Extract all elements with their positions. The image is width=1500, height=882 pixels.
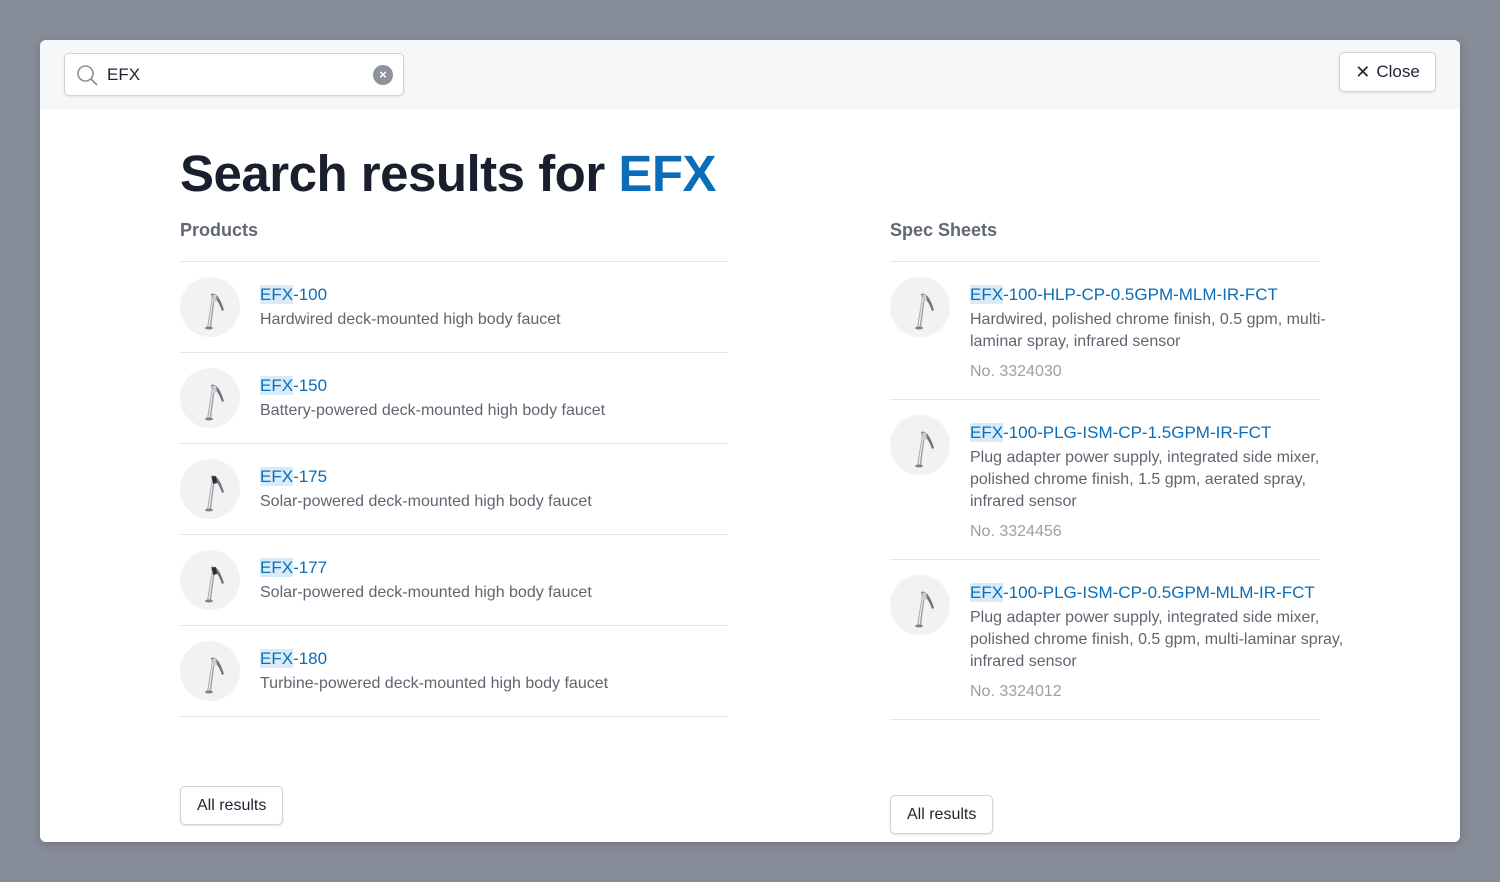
list-item[interactable]: EFX-100-PLG-ISM-CP-0.5GPM-MLM-IR-FCT Plug… [890, 560, 1343, 720]
results-content: Search results for EFX Products EFX-100 H… [180, 109, 1460, 842]
list-item-description: Solar-powered deck-mounted high body fau… [260, 493, 592, 510]
match-highlight: EFX [260, 467, 294, 486]
list-item-title-rest: -100-PLG-ISM-CP-0.5GPM-MLM-IR-FCT [1003, 583, 1315, 602]
list-item-title-link[interactable]: EFX-100 [260, 285, 561, 305]
list-item[interactable]: EFX-100-HLP-CP-0.5GPM-MLM-IR-FCT Hardwire… [890, 262, 1326, 400]
list-item-title-link[interactable]: EFX-177 [260, 558, 592, 578]
list-item[interactable]: EFX-177 Solar-powered deck-mounted high b… [180, 535, 728, 626]
faucet-thumbnail-icon [180, 550, 240, 610]
list-item-description: Solar-powered deck-mounted high body fau… [260, 584, 592, 601]
list-item-text: EFX-100 Hardwired deck-mounted high body … [260, 277, 561, 331]
list-item-text: EFX-100-PLG-ISM-CP-0.5GPM-MLM-IR-FCT Plug… [970, 575, 1350, 703]
spec-sheet-number: No. 3324456 [970, 523, 1062, 540]
products-section: Products EFX-100 Hardwired deck-mounted h… [180, 219, 728, 717]
match-highlight: EFX [970, 285, 1004, 304]
list-item-title-rest: -150 [293, 376, 328, 395]
products-section-title: Products [180, 220, 259, 240]
list-item-text: EFX-177 Solar-powered deck-mounted high b… [260, 550, 592, 604]
spec-sheet-number: No. 3324012 [970, 683, 1062, 700]
list-item-description: Turbine-powered deck-mounted high body f… [260, 675, 609, 692]
list-item-text: EFX-100-HLP-CP-0.5GPM-MLM-IR-FCT Hardwire… [970, 277, 1350, 383]
modal-header: × ✕ Close [40, 40, 1460, 109]
faucet-thumbnail-icon [180, 459, 240, 519]
faucet-thumbnail-icon [180, 368, 240, 428]
close-button[interactable]: ✕ Close [1339, 52, 1436, 92]
list-item-title-rest: -177 [293, 558, 328, 577]
list-item-text: EFX-180 Turbine-powered deck-mounted high… [260, 641, 608, 695]
list-item-title-link[interactable]: EFX-100-PLG-ISM-CP-0.5GPM-MLM-IR-FCT [970, 583, 1350, 603]
match-highlight: EFX [260, 285, 294, 304]
list-item-title-link[interactable]: EFX-100-HLP-CP-0.5GPM-MLM-IR-FCT [970, 285, 1350, 305]
list-item-title-rest: -100-HLP-CP-0.5GPM-MLM-IR-FCT [1003, 285, 1278, 304]
list-item-text: EFX-175 Solar-powered deck-mounted high b… [260, 459, 592, 513]
list-item-description: Plug adapter power supply, integrated si… [970, 449, 1320, 510]
match-highlight: EFX [260, 558, 294, 577]
products-list: EFX-100 Hardwired deck-mounted high body … [180, 261, 728, 717]
list-item-text: EFX-100-PLG-ISM-CP-1.5GPM-IR-FCT Plug ada… [970, 415, 1350, 543]
list-item-title-rest: -175 [293, 467, 328, 486]
faucet-thumbnail-icon [890, 415, 950, 475]
search-modal: × ✕ Close Search results for EFX Product… [40, 40, 1460, 842]
faucet-thumbnail-icon [890, 277, 950, 337]
search-input[interactable] [107, 62, 357, 88]
spec-sheets-all-results-button[interactable]: All results [890, 795, 994, 834]
match-highlight: EFX [970, 423, 1004, 442]
close-icon: ✕ [1355, 62, 1371, 82]
list-item[interactable]: EFX-100-PLG-ISM-CP-1.5GPM-IR-FCT Plug ada… [890, 400, 1320, 560]
list-item[interactable]: EFX-180 Turbine-powered deck-mounted high… [180, 626, 728, 717]
spec-sheet-number: No. 3324030 [970, 363, 1062, 380]
list-item-text: EFX-150 Battery-powered deck-mounted high… [260, 368, 605, 422]
list-item-title-link[interactable]: EFX-180 [260, 649, 608, 669]
spec-sheets-list: EFX-100-HLP-CP-0.5GPM-MLM-IR-FCT Hardwire… [890, 261, 1343, 720]
products-all-results-button[interactable]: All results [180, 786, 284, 825]
search-icon [77, 65, 98, 86]
close-button-label: Close [1376, 62, 1420, 81]
match-highlight: EFX [970, 583, 1004, 602]
list-item-title-rest: -100 [293, 285, 328, 304]
list-item-title-rest: -100-PLG-ISM-CP-1.5GPM-IR-FCT [1003, 423, 1272, 442]
faucet-thumbnail-icon [890, 575, 950, 635]
list-item-description: Battery-powered deck-mounted high body f… [260, 402, 606, 419]
list-item-title-link[interactable]: EFX-100-PLG-ISM-CP-1.5GPM-IR-FCT [970, 423, 1350, 443]
spec-sheets-section: Spec Sheets EFX-100-HLP-CP-0.5GPM-MLM-IR… [890, 219, 1343, 720]
clear-search-icon[interactable]: × [373, 65, 393, 85]
page-title-query: EFX [618, 145, 717, 202]
list-item-title-link[interactable]: EFX-150 [260, 376, 605, 396]
list-item-description: Hardwired deck-mounted high body faucet [260, 311, 561, 328]
list-item-title-link[interactable]: EFX-175 [260, 467, 592, 487]
list-item[interactable]: EFX-175 Solar-powered deck-mounted high b… [180, 444, 728, 535]
list-item-description: Plug adapter power supply, integrated si… [970, 609, 1344, 670]
search-box[interactable]: × [64, 53, 404, 96]
spec-sheets-section-title: Spec Sheets [890, 220, 998, 240]
page-title: Search results for EFX [180, 144, 717, 203]
list-item[interactable]: EFX-150 Battery-powered deck-mounted high… [180, 353, 728, 444]
list-item[interactable]: EFX-100 Hardwired deck-mounted high body … [180, 262, 728, 353]
list-item-title-rest: -180 [293, 649, 328, 668]
match-highlight: EFX [260, 649, 294, 668]
faucet-thumbnail-icon [180, 277, 240, 337]
page-title-prefix: Search results for [180, 145, 619, 202]
list-item-description: Hardwired, polished chrome finish, 0.5 g… [970, 311, 1326, 350]
match-highlight: EFX [260, 376, 294, 395]
faucet-thumbnail-icon [180, 641, 240, 701]
